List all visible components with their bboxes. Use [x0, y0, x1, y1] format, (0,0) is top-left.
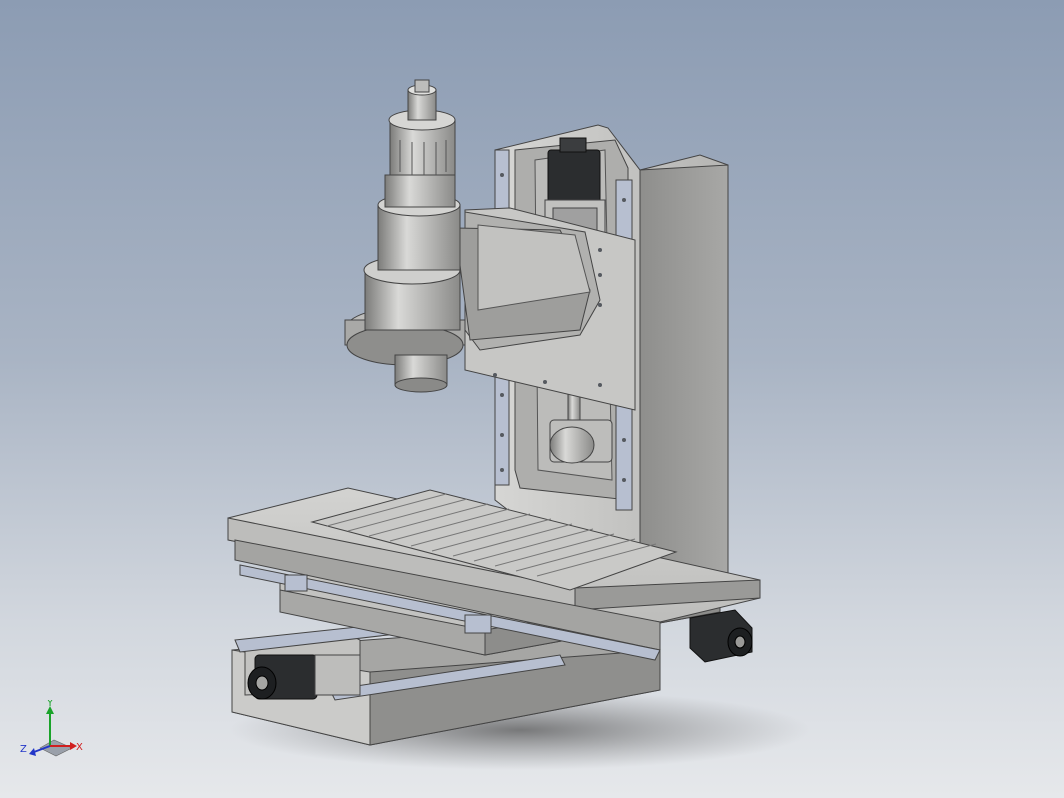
spindle-assembly[interactable] — [344, 79, 466, 393]
cnc-machine-model[interactable] — [0, 0, 1064, 798]
triad-x-label: X — [76, 742, 83, 753]
triad-z-label: Z — [20, 744, 27, 755]
coordinate-triad: Y X Z — [20, 700, 83, 757]
graphics-viewport[interactable]: Y X Z — [0, 0, 1064, 798]
x-axis-servo-motor[interactable] — [689, 609, 753, 663]
triad-y-label: Y — [46, 700, 54, 709]
y-axis-servo-motor[interactable] — [247, 654, 361, 700]
spindle-headstock[interactable] — [454, 207, 636, 411]
